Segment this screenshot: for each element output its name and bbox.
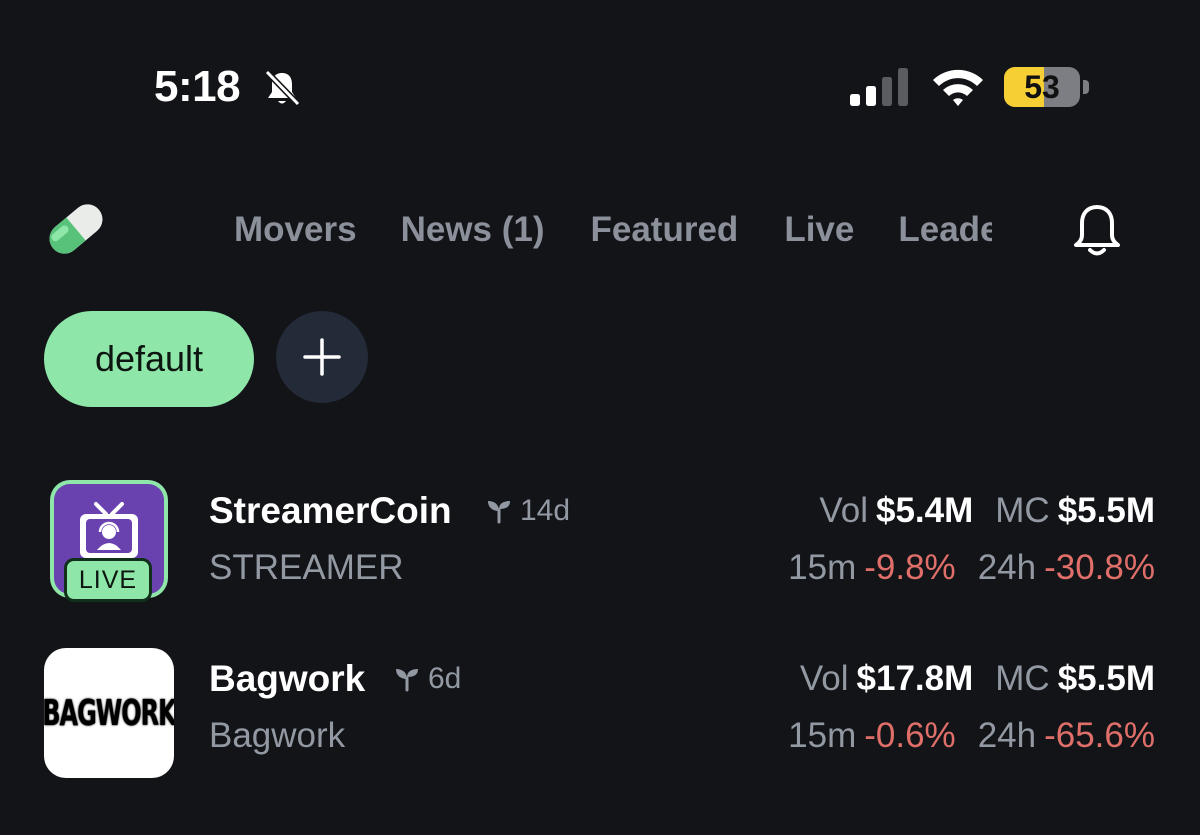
- pill-icon[interactable]: [42, 196, 110, 262]
- tab-leaderboard[interactable]: Leaderboard: [898, 210, 992, 250]
- change-15m-value: -0.6%: [864, 716, 956, 755]
- change-24h-label: 24h: [977, 716, 1037, 755]
- battery-cap: [1083, 80, 1089, 94]
- tab-news[interactable]: News (1): [401, 210, 545, 250]
- coin-price-change: 15m -0.6% 24h -65.6%: [635, 716, 1155, 756]
- plus-icon: [303, 338, 341, 376]
- coin-ticker: STREAMER: [209, 548, 404, 587]
- coin-row-streamercoin[interactable]: LIVE StreamerCoin 14d STREAMER Vol $5.4M M…: [0, 476, 1200, 616]
- nav-tabs: Movers News (1) Featured Live Leaderboard: [234, 210, 992, 260]
- battery-indicator: 53: [1004, 67, 1080, 107]
- change-15m-label: 15m: [788, 716, 857, 755]
- change-15m-label: 15m: [788, 548, 857, 587]
- bell-icon[interactable]: [1068, 203, 1126, 259]
- coin-avatar: BAGWORK: [44, 648, 174, 778]
- change-24h-value: -30.8%: [1044, 548, 1155, 587]
- vol-label: Vol: [799, 659, 849, 698]
- coin-age: 6d: [394, 662, 461, 696]
- coin-age-value: 14d: [520, 494, 571, 527]
- mc-label: MC: [995, 659, 1050, 698]
- status-time: 5:18: [154, 62, 241, 111]
- watchlist-chip-default[interactable]: default: [44, 311, 254, 407]
- wifi-icon: [933, 69, 983, 106]
- bell-slash-icon: [264, 69, 301, 107]
- coin-name: StreamerCoin: [209, 490, 452, 531]
- coin-volume-mc: Vol $17.8M MC $5.5M: [635, 659, 1155, 699]
- coin-ticker: Bagwork: [209, 716, 346, 755]
- change-24h-value: -65.6%: [1044, 716, 1155, 755]
- coin-age: 14d: [486, 494, 570, 528]
- cellular-signal-icon: [850, 68, 908, 106]
- tab-movers[interactable]: Movers: [234, 210, 357, 250]
- tab-live[interactable]: Live: [784, 210, 854, 250]
- coin-row-bagwork[interactable]: BAGWORK Bagwork 6d Bagwork Vol $17.8M MC $5…: [0, 644, 1200, 784]
- app-screen: 5:18 53 Movers News (1) Featured Live Leader…: [0, 0, 1200, 835]
- coin-volume-mc: Vol $5.4M MC $5.5M: [635, 491, 1155, 531]
- vol-value: $5.4M: [876, 491, 974, 530]
- tab-featured[interactable]: Featured: [591, 210, 739, 250]
- mc-value: $5.5M: [1057, 659, 1155, 698]
- change-24h-label: 24h: [977, 548, 1037, 587]
- add-watchlist-button[interactable]: [276, 311, 368, 403]
- bagwork-logo-text: BAGWORK: [44, 692, 174, 734]
- coin-age-value: 6d: [428, 662, 462, 695]
- mc-value: $5.5M: [1057, 491, 1155, 530]
- coin-name: Bagwork: [209, 658, 366, 699]
- mc-label: MC: [995, 491, 1050, 530]
- battery-percent: 53: [1024, 68, 1060, 105]
- vol-value: $17.8M: [856, 659, 974, 698]
- live-badge: LIVE: [64, 558, 152, 602]
- sprout-icon: [396, 669, 418, 692]
- vol-label: Vol: [819, 491, 868, 530]
- sprout-icon: [488, 501, 510, 524]
- change-15m-value: -9.8%: [864, 548, 956, 587]
- coin-price-change: 15m -9.8% 24h -30.8%: [635, 548, 1155, 588]
